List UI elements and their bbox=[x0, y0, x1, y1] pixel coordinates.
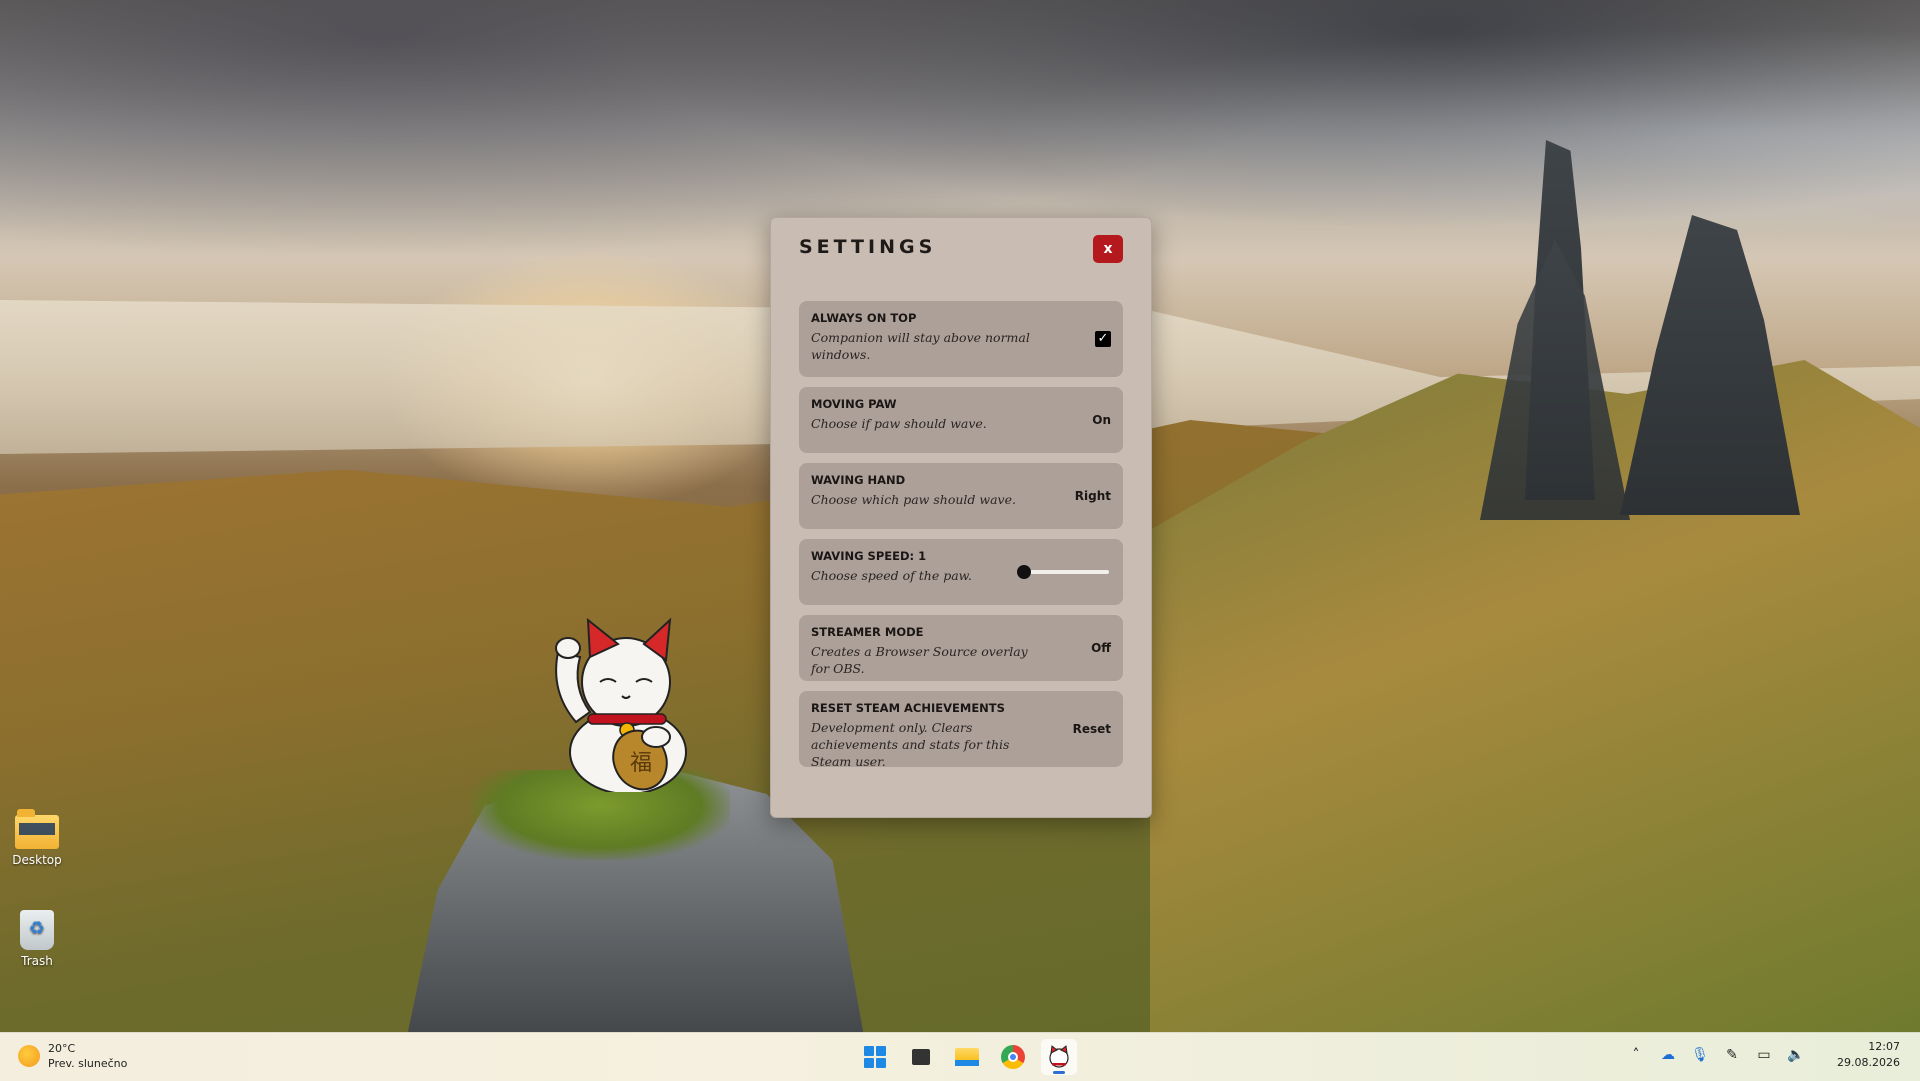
close-button[interactable]: x bbox=[1093, 235, 1123, 263]
setting-waving-speed: WAVING SPEED: 1 Choose speed of the paw. bbox=[799, 539, 1123, 605]
weather-text: 20°C Prev. slunečno bbox=[48, 1041, 127, 1071]
pen-icon[interactable]: ✎ bbox=[1723, 1047, 1741, 1063]
task-view-button[interactable] bbox=[903, 1039, 939, 1075]
setting-description: Choose speed of the paw. bbox=[811, 568, 972, 583]
setting-title: MOVING PAW bbox=[811, 397, 897, 411]
desktop-shortcut-trash[interactable]: Trash bbox=[2, 910, 72, 968]
chevron-up-icon[interactable]: ˄ bbox=[1627, 1047, 1645, 1063]
file-explorer-button[interactable] bbox=[949, 1039, 985, 1075]
setting-streamer-mode: STREAMER MODE Creates a Browser Source o… bbox=[799, 615, 1123, 681]
setting-title: STREAMER MODE bbox=[811, 625, 924, 639]
start-button[interactable] bbox=[857, 1039, 893, 1075]
setting-reset-steam-achievements: RESET STEAM ACHIEVEMENTS Development onl… bbox=[799, 691, 1123, 769]
streamer-mode-toggle[interactable]: Off bbox=[1091, 641, 1111, 655]
svg-text:福: 福 bbox=[630, 751, 652, 776]
onedrive-icon[interactable]: ☁ bbox=[1659, 1047, 1677, 1063]
setting-title: ALWAYS ON TOP bbox=[811, 311, 917, 325]
setting-description: Development only. Clears achievements an… bbox=[811, 720, 1010, 769]
setting-waving-hand: WAVING HAND Choose which paw should wave… bbox=[799, 463, 1123, 529]
setting-description: Creates a Browser Source overlay for OBS… bbox=[811, 644, 1028, 676]
clock-time: 12:07 bbox=[1868, 1040, 1900, 1053]
sun-icon bbox=[18, 1045, 40, 1067]
setting-always-on-top: ALWAYS ON TOP Companion will stay above … bbox=[799, 301, 1123, 377]
taskbar: 20°C Prev. slunečno ˄ ☁ 🎙 ✎ ▭ 🔈 12:07 29… bbox=[0, 1032, 1920, 1081]
waving-hand-toggle[interactable]: Right bbox=[1075, 489, 1111, 503]
weather-condition: Prev. slunečno bbox=[48, 1057, 128, 1070]
waving-speed-slider[interactable] bbox=[1017, 564, 1109, 580]
setting-description: Companion will stay above normal windows… bbox=[811, 330, 1030, 362]
folder-icon bbox=[15, 809, 59, 849]
clock-date: 29.08.2026 bbox=[1837, 1056, 1900, 1069]
taskbar-apps bbox=[857, 1039, 1077, 1075]
settings-window: SETTINGS x ALWAYS ON TOP Companion will … bbox=[770, 217, 1152, 818]
desktop-shortcut-desktop[interactable]: Desktop bbox=[2, 809, 72, 867]
cat-companion-icon bbox=[1049, 1045, 1069, 1068]
always-on-top-checkbox[interactable]: ✓ bbox=[1095, 331, 1111, 347]
settings-title: SETTINGS bbox=[799, 236, 937, 258]
setting-description: Choose if paw should wave. bbox=[811, 416, 987, 431]
lucky-cat-companion[interactable]: 福 bbox=[548, 612, 698, 792]
desktop-shortcut-label: Trash bbox=[21, 954, 53, 968]
setting-moving-paw: MOVING PAW Choose if paw should wave. On bbox=[799, 387, 1123, 453]
task-view-icon bbox=[912, 1045, 936, 1065]
microphone-icon[interactable]: 🎙 bbox=[1691, 1047, 1709, 1063]
slider-thumb[interactable] bbox=[1017, 565, 1031, 579]
setting-title: WAVING HAND bbox=[811, 473, 906, 487]
settings-list: ALWAYS ON TOP Companion will stay above … bbox=[799, 301, 1123, 777]
speaker-icon[interactable]: 🔈 bbox=[1787, 1047, 1805, 1063]
reset-achievements-button[interactable]: Reset bbox=[1073, 722, 1111, 736]
chrome-icon bbox=[1001, 1045, 1025, 1069]
setting-title: RESET STEAM ACHIEVEMENTS bbox=[811, 701, 1005, 715]
clock[interactable]: 12:07 29.08.2026 bbox=[1837, 1039, 1900, 1071]
weather-temperature: 20°C bbox=[48, 1042, 76, 1055]
desktop-shortcut-label: Desktop bbox=[12, 853, 62, 867]
setting-description: Choose which paw should wave. bbox=[811, 492, 1016, 507]
moving-paw-toggle[interactable]: On bbox=[1092, 413, 1111, 427]
setting-title: WAVING SPEED: 1 bbox=[811, 549, 927, 563]
cat-companion-button[interactable] bbox=[1041, 1039, 1077, 1075]
start-icon bbox=[864, 1046, 886, 1068]
chrome-button[interactable] bbox=[995, 1039, 1031, 1075]
network-icon[interactable]: ▭ bbox=[1755, 1047, 1773, 1063]
weather-widget[interactable]: 20°C Prev. slunečno bbox=[18, 1041, 127, 1071]
file-explorer-icon bbox=[955, 1048, 979, 1066]
system-tray: ˄ ☁ 🎙 ✎ ▭ 🔈 12:07 29.08.2026 bbox=[1627, 1039, 1900, 1071]
recycle-bin-icon bbox=[20, 910, 54, 950]
